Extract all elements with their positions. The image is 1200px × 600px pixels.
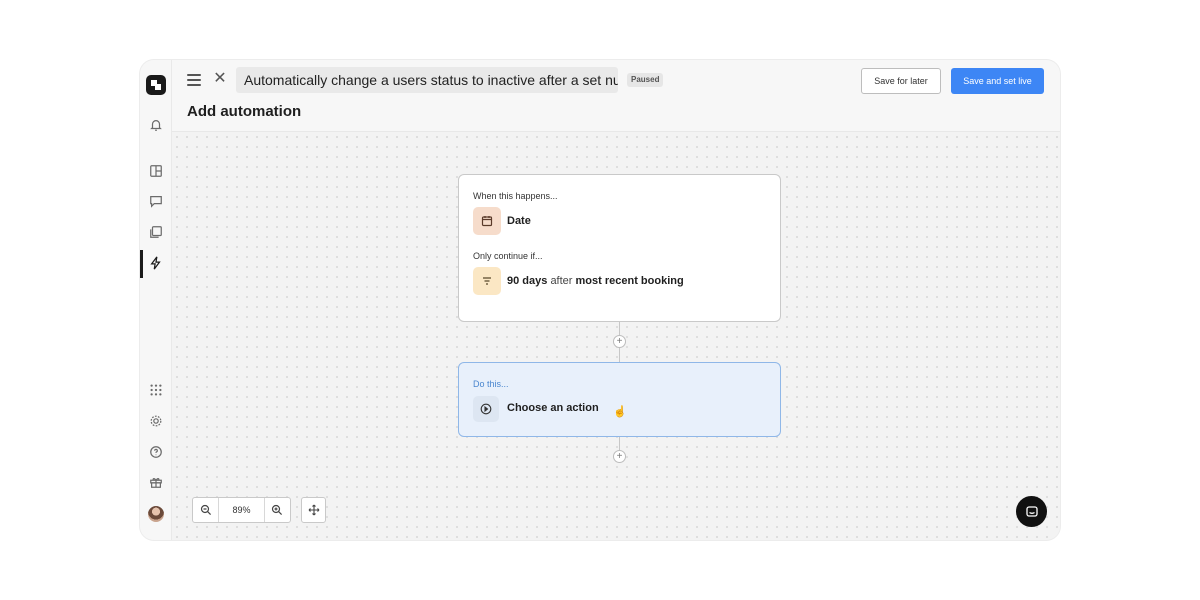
condition-amount: 90 days [507, 275, 548, 287]
copy-icon[interactable] [148, 224, 164, 240]
sidebar [140, 60, 172, 540]
zoom-out-icon[interactable] [193, 498, 218, 522]
apps-grid-icon[interactable] [148, 382, 164, 398]
bell-icon[interactable] [148, 117, 164, 133]
action-label: Do this... [473, 379, 509, 389]
action-card[interactable]: Do this... Choose an action ☝ [458, 362, 781, 437]
settings-icon[interactable] [148, 413, 164, 429]
condition-text[interactable]: 90 days after most recent booking [507, 275, 684, 287]
automation-canvas[interactable]: When this happens... Date Only continue … [172, 132, 1060, 540]
help-icon[interactable] [148, 444, 164, 460]
gift-icon[interactable] [148, 474, 164, 490]
menu-icon[interactable] [187, 74, 201, 86]
filter-icon [473, 267, 501, 295]
add-step-plus-icon[interactable]: + [613, 335, 626, 348]
top-bar: ✕ Automatically change a users status to… [172, 60, 1060, 132]
condition-target: most recent booking [575, 275, 684, 287]
trigger-card[interactable]: When this happens... Date Only continue … [458, 174, 781, 322]
add-step-plus-icon-bottom[interactable]: + [613, 450, 626, 463]
zoom-level: 89% [218, 498, 265, 522]
close-icon[interactable]: ✕ [213, 71, 227, 87]
page-title: Add automation [187, 103, 302, 120]
automation-title-input[interactable]: Automatically change a users status to i… [236, 67, 618, 93]
chat-launcher-icon[interactable] [1016, 496, 1047, 527]
layout-icon[interactable] [148, 163, 164, 179]
choose-action-text[interactable]: Choose an action [507, 402, 599, 414]
condition-relation: after [550, 275, 573, 287]
play-circle-icon [473, 396, 499, 422]
zoom-controls: 89% [192, 497, 291, 523]
zoom-in-icon[interactable] [265, 498, 290, 522]
lightning-icon[interactable] [148, 255, 164, 271]
status-badge: Paused [627, 73, 664, 87]
calendar-icon [473, 207, 501, 235]
avatar[interactable] [148, 506, 164, 522]
trigger-event[interactable]: Date [507, 215, 531, 227]
when-label: When this happens... [473, 191, 558, 201]
logo[interactable] [146, 75, 166, 95]
condition-label: Only continue if... [473, 251, 543, 261]
active-indicator [140, 250, 143, 278]
hand-cursor-icon: ☝ [613, 406, 627, 418]
app-window: ✕ Automatically change a users status to… [140, 60, 1060, 540]
chat-icon[interactable] [148, 193, 164, 209]
save-for-later-button[interactable]: Save for later [861, 68, 941, 94]
move-icon[interactable] [301, 497, 326, 523]
save-and-set-live-button[interactable]: Save and set live [951, 68, 1044, 94]
